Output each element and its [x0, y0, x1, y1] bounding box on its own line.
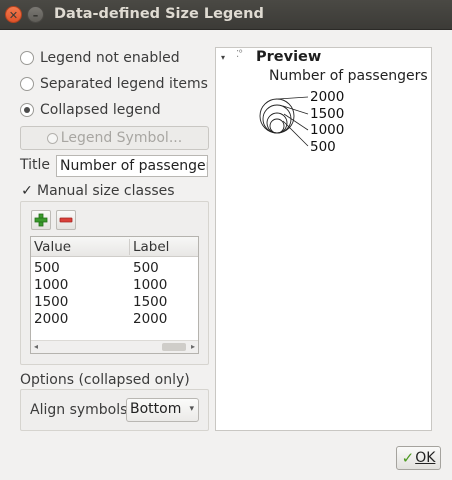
minimize-icon: –	[32, 9, 39, 22]
title-label: Title	[20, 157, 51, 173]
legend-label: 500	[310, 139, 336, 155]
cell-value[interactable]: 1000	[34, 277, 68, 293]
column-header-label[interactable]: Label	[133, 239, 169, 255]
leader-line	[277, 96, 309, 100]
window-title: Data-defined Size Legend	[54, 6, 264, 22]
align-symbols-label: Align symbols	[30, 402, 128, 418]
radio-collapsed-legend[interactable]: Collapsed legend	[20, 100, 161, 120]
cell-value[interactable]: 500	[34, 260, 60, 276]
cell-label[interactable]: 500	[133, 260, 159, 276]
legend-label: 2000	[310, 89, 345, 105]
tree-expand-icon[interactable]: ▾	[221, 53, 225, 62]
size-legend-icon: ⁚°	[236, 49, 243, 60]
scroll-right-icon[interactable]: ▸	[191, 341, 195, 353]
legend-label: 1500	[310, 106, 345, 122]
ok-button[interactable]: ✓ OK	[396, 446, 441, 470]
radio-label: Legend not enabled	[40, 50, 180, 66]
chevron-down-icon: ▾	[189, 404, 194, 414]
radio-legend-not-enabled[interactable]: Legend not enabled	[20, 48, 180, 68]
manual-size-classes-label: Manual size classes	[37, 183, 175, 199]
manual-size-classes-checkbox[interactable]: ✓ Manual size classes	[20, 182, 175, 200]
plus-icon	[34, 213, 48, 227]
cell-label[interactable]: 1000	[133, 277, 167, 293]
preview-legend-title: Number of passengers	[269, 68, 428, 84]
radio-indicator[interactable]	[20, 77, 34, 91]
size-classes-table[interactable]: Value Label 500 500 1000 1000 1500 1500 …	[30, 236, 199, 354]
align-symbols-value: Bottom	[130, 401, 182, 417]
table-header: Value Label	[31, 237, 198, 257]
radio-label: Collapsed legend	[40, 102, 161, 118]
title-input[interactable]: Number of passengers	[56, 155, 208, 177]
legend-circle-500	[269, 118, 285, 134]
cell-value[interactable]: 2000	[34, 311, 68, 327]
legend-symbol-label: Legend Symbol...	[60, 130, 183, 146]
remove-class-button[interactable]	[56, 210, 76, 230]
close-icon: ✕	[8, 9, 19, 22]
scrollbar-thumb[interactable]	[162, 343, 186, 351]
radio-indicator[interactable]	[20, 51, 34, 65]
cell-label[interactable]: 2000	[133, 311, 167, 327]
ok-label: OK	[415, 450, 436, 466]
radio-separated-legend-items[interactable]: Separated legend items	[20, 74, 208, 94]
legend-circle-1000	[266, 112, 288, 134]
radio-indicator-selected[interactable]	[20, 103, 34, 117]
symbol-preview-icon	[46, 132, 58, 144]
legend-label: 1000	[310, 122, 345, 138]
horizontal-scrollbar[interactable]: ◂ ▸	[31, 340, 198, 353]
add-class-button[interactable]	[31, 210, 51, 230]
column-header-value[interactable]: Value	[34, 239, 71, 255]
close-button[interactable]: ✕	[5, 6, 22, 23]
scroll-left-icon[interactable]: ◂	[34, 341, 38, 353]
legend-symbol-button[interactable]: Legend Symbol...	[20, 126, 209, 150]
checkmark-icon[interactable]: ✓	[20, 184, 34, 198]
cell-label[interactable]: 1500	[133, 294, 167, 310]
cell-value[interactable]: 1500	[34, 294, 68, 310]
preview-title: Preview	[256, 49, 322, 65]
align-symbols-select[interactable]: Bottom ▾	[126, 398, 199, 422]
minimize-button[interactable]: –	[27, 6, 44, 23]
check-icon: ✓	[401, 449, 415, 467]
column-divider	[129, 239, 130, 255]
title-bar: ✕ – Data-defined Size Legend	[0, 0, 452, 30]
radio-label: Separated legend items	[40, 76, 208, 92]
options-heading: Options (collapsed only)	[20, 372, 190, 388]
minus-icon	[59, 217, 73, 223]
legend-circle-2000	[259, 98, 295, 134]
leader-line	[282, 120, 309, 147]
leader-line	[282, 105, 309, 115]
